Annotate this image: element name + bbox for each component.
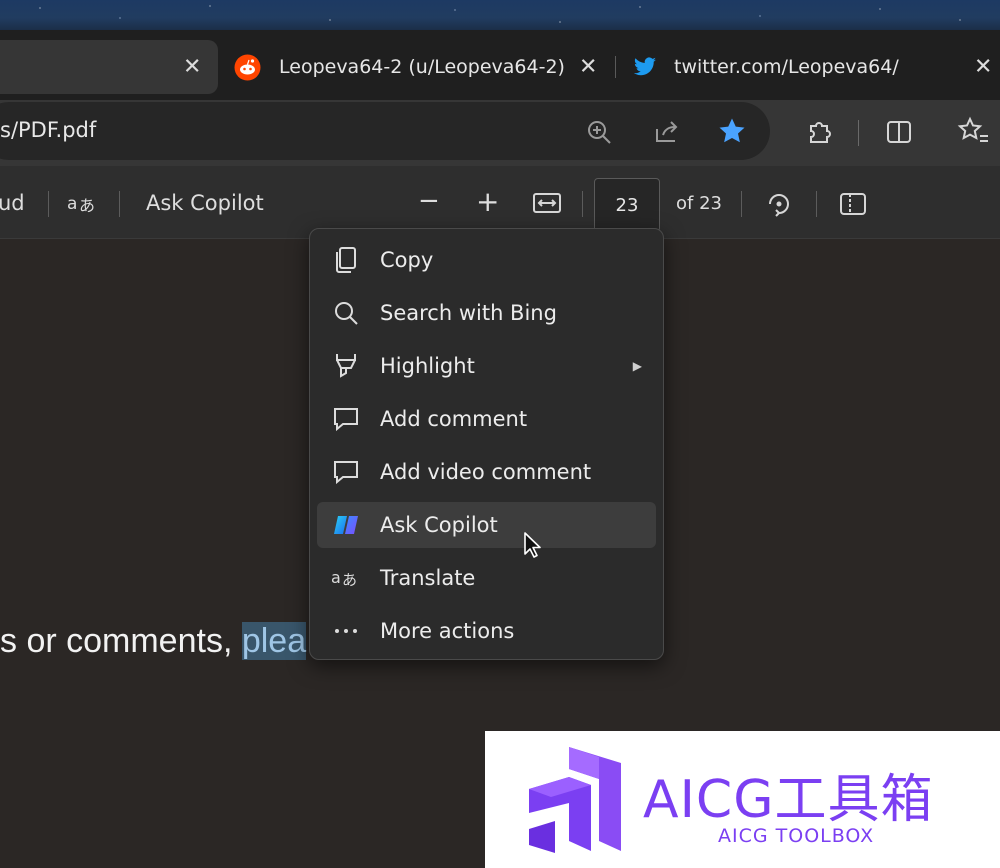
- translate-icon[interactable]: a あ: [66, 190, 100, 216]
- split-screen-icon[interactable]: [884, 118, 914, 146]
- video-comment-icon: [331, 457, 361, 487]
- twitter-icon: [632, 55, 658, 79]
- toolbar-divider: [119, 191, 120, 217]
- close-tab-icon[interactable]: ✕: [974, 55, 992, 80]
- page-total: of 23: [676, 193, 722, 214]
- menu-item-label: Highlight: [380, 354, 475, 378]
- favorites-icon[interactable]: [956, 116, 990, 146]
- address-bar-row: s/PDF.pdf: [0, 100, 1000, 166]
- tab-active[interactable]: ✕: [0, 40, 218, 94]
- watermark: AICG工具箱 AICG TOOLBOX: [485, 731, 1000, 868]
- page-number-input[interactable]: 23: [594, 178, 660, 232]
- aicg-logo-icon: [525, 745, 635, 857]
- menu-item-label: Translate: [380, 566, 476, 590]
- menu-item-label: More actions: [380, 619, 515, 643]
- context-menu: Copy Search with Bing Highlight ▶ Add co…: [309, 228, 664, 660]
- document-text: s or comments,: [0, 622, 242, 660]
- toolbar-divider: [48, 191, 49, 217]
- tab-title: Leopeva64-2 (u/Leopeva64-2) - R: [279, 56, 566, 78]
- menu-item-label: Copy: [380, 248, 434, 272]
- toolbar-divider: [858, 120, 859, 146]
- zoom-icon[interactable]: [585, 118, 613, 146]
- toolbar-divider: [816, 191, 817, 217]
- copilot-icon: [331, 510, 361, 540]
- menu-item-copy[interactable]: Copy: [317, 237, 656, 283]
- svg-text:a: a: [331, 568, 341, 587]
- desktop-wallpaper: [0, 0, 1000, 30]
- toolbar-divider: [582, 191, 583, 217]
- close-tab-icon[interactable]: ✕: [579, 55, 597, 80]
- fit-to-width-icon[interactable]: [532, 191, 562, 215]
- menu-item-label: Add video comment: [380, 460, 592, 484]
- zoom-in-button[interactable]: +: [476, 185, 499, 218]
- tab-title: twitter.com/Leopeva64/: [674, 56, 899, 78]
- page-view-icon[interactable]: [838, 191, 868, 217]
- more-icon: [331, 616, 361, 646]
- submenu-arrow-icon: ▶: [632, 359, 642, 373]
- svg-text:あ: あ: [342, 571, 357, 589]
- tab-reddit[interactable]: Leopeva64-2 (u/Leopeva64-2) - R ✕: [234, 42, 604, 92]
- favorite-star-icon[interactable]: [717, 116, 747, 146]
- menu-item-add-video-comment[interactable]: Add video comment: [317, 449, 656, 495]
- url-text[interactable]: s/PDF.pdf: [0, 118, 96, 142]
- tab-strip: ✕ Leopeva64-2 (u/Leopeva64-2) - R ✕ twit…: [0, 30, 1000, 100]
- selected-text[interactable]: plea: [241, 622, 307, 660]
- read-aloud-button[interactable]: ud: [0, 191, 25, 215]
- translate-icon: a あ: [331, 563, 361, 593]
- watermark-title: AICG工具箱: [643, 770, 934, 830]
- menu-item-more-actions[interactable]: More actions: [317, 608, 656, 654]
- share-icon[interactable]: [652, 118, 682, 146]
- tab-divider: [615, 56, 616, 78]
- mouse-cursor-icon: [523, 531, 543, 563]
- watermark-subtitle: AICG TOOLBOX: [718, 825, 875, 847]
- menu-item-highlight[interactable]: Highlight ▶: [317, 343, 656, 389]
- close-tab-icon[interactable]: ✕: [183, 55, 201, 80]
- menu-item-label: Search with Bing: [380, 301, 557, 325]
- zoom-out-button[interactable]: −: [418, 186, 440, 216]
- menu-item-translate[interactable]: a あ Translate: [317, 555, 656, 601]
- extensions-icon[interactable]: [804, 116, 834, 146]
- search-icon: [331, 298, 361, 328]
- comment-icon: [331, 404, 361, 434]
- menu-item-label: Add comment: [380, 407, 528, 431]
- copy-icon: [331, 245, 361, 275]
- menu-item-label: Ask Copilot: [380, 513, 498, 537]
- menu-item-add-comment[interactable]: Add comment: [317, 396, 656, 442]
- toolbar-divider: [741, 191, 742, 217]
- rotate-icon[interactable]: [764, 190, 794, 218]
- ask-copilot-button[interactable]: Ask Copilot: [146, 191, 264, 215]
- menu-item-ask-copilot[interactable]: Ask Copilot: [317, 502, 656, 548]
- reddit-icon: [234, 54, 261, 81]
- highlighter-icon: [331, 351, 361, 381]
- tab-twitter[interactable]: twitter.com/Leopeva64/ ✕: [632, 42, 1000, 92]
- svg-text:a: a: [67, 194, 77, 214]
- menu-item-search-with-bing[interactable]: Search with Bing: [317, 290, 656, 336]
- document-text-line: s or comments, plea: [0, 622, 307, 661]
- svg-text:あ: あ: [79, 196, 95, 215]
